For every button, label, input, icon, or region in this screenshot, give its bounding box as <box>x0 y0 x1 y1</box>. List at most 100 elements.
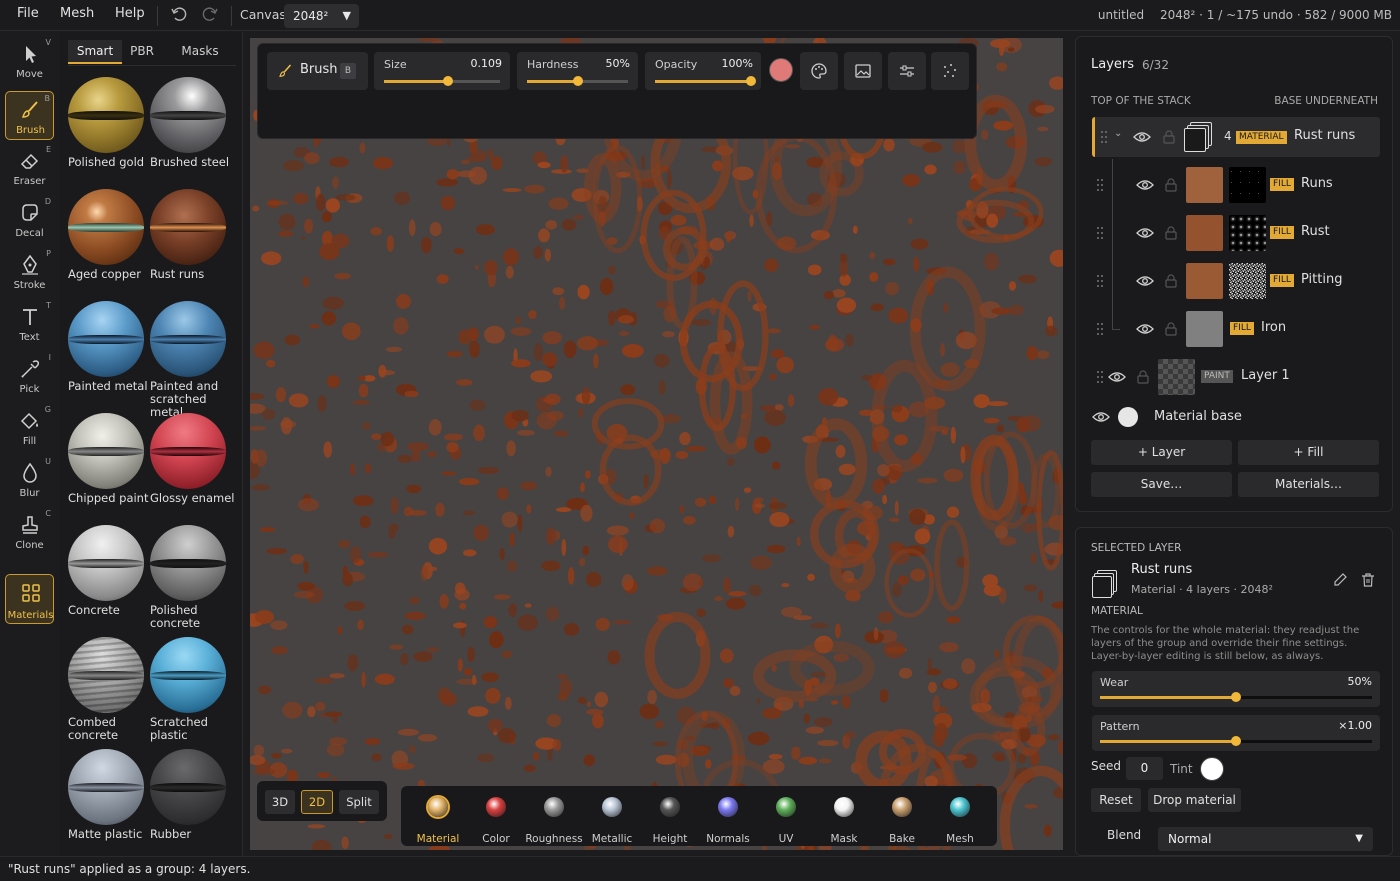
fill-badge: FILL <box>1230 322 1254 335</box>
material-base-row[interactable]: Material base <box>1092 397 1380 437</box>
eye-icon[interactable] <box>1092 410 1110 424</box>
layer-group-row[interactable]: ⌄ 4 MATERIAL Rust runs <box>1092 117 1380 157</box>
channel-material[interactable]: Material <box>409 794 467 845</box>
pencil-icon[interactable] <box>1332 572 1348 591</box>
tool-stroke[interactable]: P Stroke <box>5 247 54 296</box>
channel-normals[interactable]: Normals <box>699 794 757 845</box>
redo-icon[interactable] <box>199 5 221 25</box>
layer-row-paint[interactable]: PAINT Layer 1 <box>1092 355 1380 399</box>
scatter-button[interactable] <box>931 52 969 90</box>
tab-smart[interactable]: Smart <box>68 40 122 64</box>
channel-bake[interactable]: Bake <box>873 794 931 845</box>
tool-text[interactable]: T Text <box>5 299 54 348</box>
materials-button[interactable]: Materials… <box>1238 472 1379 497</box>
tool-eraser[interactable]: E Eraser <box>5 143 54 192</box>
channel-metallic[interactable]: Metallic <box>583 794 641 845</box>
size-slider[interactable]: Size 0.109 <box>374 52 510 90</box>
drag-handle-icon[interactable] <box>1096 178 1104 192</box>
tree-line <box>1112 255 1113 303</box>
drag-handle-icon[interactable] <box>1100 130 1108 144</box>
color-swatch[interactable] <box>769 58 793 82</box>
tool-materials[interactable]: Materials <box>5 574 54 624</box>
seed-input[interactable]: 0 <box>1126 757 1163 780</box>
slider-handle[interactable] <box>1231 736 1241 746</box>
lock-icon[interactable] <box>1165 322 1177 336</box>
base-color-swatch[interactable] <box>1118 407 1138 427</box>
channel-color[interactable]: Color <box>467 794 525 845</box>
add-layer-button[interactable]: + Layer <box>1091 440 1232 465</box>
lock-icon[interactable] <box>1163 130 1175 144</box>
pattern-label: Pattern <box>1100 720 1140 733</box>
channel-mask[interactable]: Mask <box>815 794 873 845</box>
tab-pbr[interactable]: PBR <box>122 40 162 64</box>
tool-fill[interactable]: G Fill <box>5 403 54 452</box>
slider-handle[interactable] <box>442 76 453 86</box>
undo-icon[interactable] <box>168 5 190 25</box>
material-name: Rubber <box>150 827 192 841</box>
channel-mesh[interactable]: Mesh <box>931 794 989 845</box>
view-2d-button[interactable]: 2D <box>301 790 333 814</box>
drop-material-button[interactable]: Drop material <box>1148 788 1241 812</box>
menu-file[interactable]: File <box>17 6 39 21</box>
layer-row-rust[interactable]: FILL Rust <box>1092 207 1380 255</box>
save-button[interactable]: Save… <box>1091 472 1232 497</box>
eraser-icon <box>5 149 54 173</box>
brush-options-bar: Brush B Size 0.109 Hardness 50% Opacity … <box>257 43 977 139</box>
adjust-button[interactable] <box>888 52 926 90</box>
layer-row-iron[interactable]: FILL Iron <box>1092 303 1380 351</box>
tool-decal[interactable]: D Decal <box>5 195 54 244</box>
eye-icon[interactable] <box>1133 130 1151 144</box>
reset-button[interactable]: Reset <box>1091 788 1141 812</box>
blend-select[interactable]: Normal ▼ <box>1158 827 1373 851</box>
channel-swatch <box>660 797 680 817</box>
layer-row-pitting[interactable]: FILL Pitting <box>1092 255 1380 303</box>
tab-masks[interactable]: Masks <box>174 40 226 64</box>
menu-help[interactable]: Help <box>115 6 145 21</box>
hardness-value: 50% <box>605 57 630 70</box>
trash-icon[interactable] <box>1360 572 1376 591</box>
menu-mesh[interactable]: Mesh <box>60 6 94 21</box>
lock-icon[interactable] <box>1137 370 1149 384</box>
tool-blur[interactable]: U Blur <box>5 455 54 504</box>
view-split-button[interactable]: Split <box>339 790 379 814</box>
layer-row-runs[interactable]: FILL Runs <box>1092 159 1380 207</box>
pattern-slider[interactable]: Pattern ×1.00 <box>1092 715 1380 751</box>
slider-handle[interactable] <box>572 76 583 86</box>
layer-mask-thumbnail <box>1229 263 1266 299</box>
tint-swatch[interactable] <box>1200 757 1224 781</box>
eye-icon[interactable] <box>1136 226 1154 240</box>
hardness-slider[interactable]: Hardness 50% <box>517 52 638 90</box>
brush-selector[interactable]: Brush B <box>267 52 368 90</box>
channel-height[interactable]: Height <box>641 794 699 845</box>
lock-icon[interactable] <box>1165 274 1177 288</box>
chevron-down-icon[interactable]: ⌄ <box>1114 128 1122 139</box>
tool-pick[interactable]: I Pick <box>5 351 54 400</box>
lock-icon[interactable] <box>1165 226 1177 240</box>
channel-roughness[interactable]: Roughness <box>525 794 583 845</box>
tool-move[interactable]: V Move <box>5 36 54 85</box>
opacity-slider[interactable]: Opacity 100% <box>645 52 761 90</box>
tool-brush[interactable]: B Brush <box>5 91 54 140</box>
eye-icon[interactable] <box>1136 178 1154 192</box>
eye-icon[interactable] <box>1136 274 1154 288</box>
tool-clone[interactable]: C Clone <box>5 507 54 556</box>
drag-handle-icon[interactable] <box>1096 274 1104 288</box>
fill-bucket-icon <box>5 409 54 433</box>
image-button[interactable] <box>844 52 882 90</box>
canvas-size-select[interactable]: 2048² ▼ <box>284 4 359 28</box>
drag-handle-icon[interactable] <box>1096 226 1104 240</box>
material-name: Combed concrete <box>68 715 119 742</box>
drag-handle-icon[interactable] <box>1096 370 1104 384</box>
slider-handle[interactable] <box>1231 692 1241 702</box>
drag-handle-icon[interactable] <box>1096 322 1104 336</box>
view-3d-button[interactable]: 3D <box>265 790 295 814</box>
channel-uv[interactable]: UV <box>757 794 815 845</box>
texture-viewport[interactable] <box>250 38 1063 850</box>
eye-icon[interactable] <box>1136 322 1154 336</box>
add-fill-button[interactable]: + Fill <box>1238 440 1379 465</box>
slider-handle[interactable] <box>746 76 756 86</box>
lock-icon[interactable] <box>1165 178 1177 192</box>
wear-slider[interactable]: Wear 50% <box>1092 671 1380 707</box>
palette-button[interactable] <box>800 52 838 90</box>
eye-icon[interactable] <box>1108 370 1126 384</box>
